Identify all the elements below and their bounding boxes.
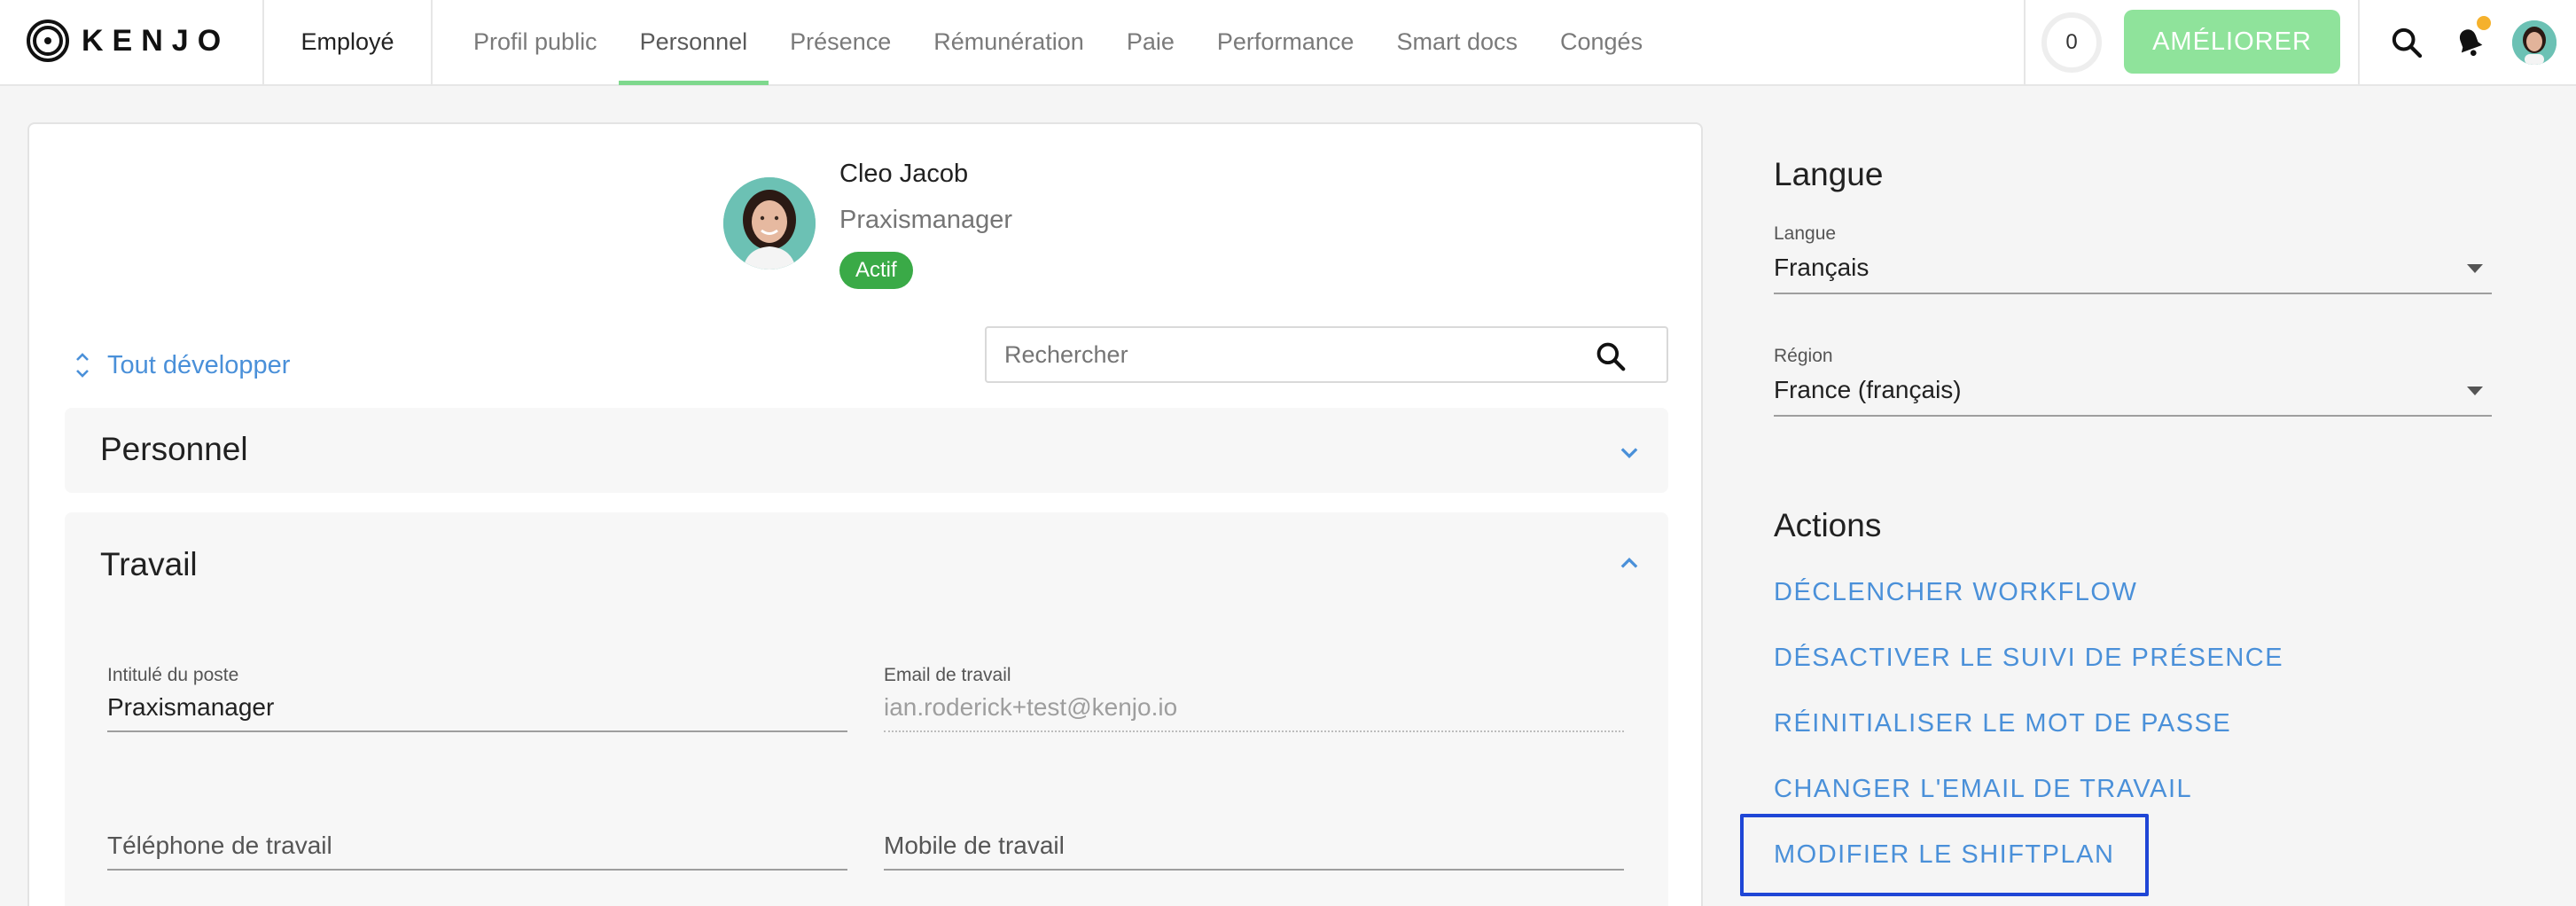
divider [2024,0,2026,86]
language-select-value[interactable]: Français [1774,254,2492,294]
expand-all-label: Tout développer [107,350,291,379]
kenjo-logo-icon [27,20,69,62]
section-personal-title: Personnel [100,431,248,467]
disable-attendance-tracking-link[interactable]: DÉSACTIVER LE SUIVI DE PRÉSENCE [1774,644,2283,673]
top-bar: KENJO Employé Profil public Personnel Pr… [0,0,2576,86]
employee-role: Praxismanager [839,206,1013,234]
work-mobile-field[interactable]: Mobile de travail [884,832,1624,871]
tab-public-profile[interactable]: Profil public [452,0,619,84]
logo-text: KENJO [82,23,230,58]
region-select-label: Région [1774,346,1833,366]
tab-payroll[interactable]: Paie [1105,0,1196,84]
chevron-down-icon[interactable] [1617,440,1642,465]
region-selected-text: France (français) [1774,376,1962,403]
work-phone-field[interactable]: Téléphone de travail [107,832,847,871]
region-select[interactable]: Région France (français) [1774,346,2492,417]
expand-collapse-icon [76,353,89,378]
job-title-input[interactable]: Praxismanager [107,693,847,732]
notification-dot [2477,16,2491,30]
region-select-value[interactable]: France (français) [1774,376,2492,417]
language-selected-text: Français [1774,254,1870,281]
change-work-email-link[interactable]: CHANGER L'EMAIL DE TRAVAIL [1774,775,2192,804]
job-title-label: Intitulé du poste [107,665,239,685]
job-title-field[interactable]: Intitulé du poste Praxismanager [107,665,847,732]
notifications-bell-icon[interactable] [2447,16,2493,66]
tab-employee[interactable]: Employé [266,0,429,84]
work-email-value: ian.roderick+test@kenjo.io [884,693,1624,732]
work-phone-input[interactable]: Téléphone de travail [107,832,847,871]
employee-name: Cleo Jacob [839,160,969,188]
actions-panel-title: Actions [1774,507,1882,543]
language-select[interactable]: Langue Français [1774,223,2492,294]
tab-compensation[interactable]: Rémunération [912,0,1105,84]
focus-highlight [1740,814,2149,896]
profile-photo[interactable] [723,177,816,269]
chevron-up-icon[interactable] [1617,551,1642,576]
profile-tabs: Profil public Personnel Présence Rémunér… [452,0,1664,85]
upgrade-button[interactable]: AMÉLIORER [2124,10,2340,74]
kenjo-logo[interactable]: KENJO [27,20,230,62]
section-personal[interactable]: Personnel [65,408,1668,493]
work-email-label: Email de travail [884,665,1011,685]
work-mobile-input[interactable]: Mobile de travail [884,832,1624,871]
search-input[interactable] [1004,337,1572,372]
work-email-field: Email de travail ian.roderick+test@kenjo… [884,665,1624,732]
language-select-label: Langue [1774,223,1837,244]
dropdown-arrow-icon[interactable] [2467,387,2483,395]
employee-profile-card: Cleo Jacob Praxismanager Actif Tout déve… [27,122,1703,906]
user-avatar[interactable] [2512,20,2556,65]
divider [2358,0,2360,86]
tab-performance[interactable]: Performance [1196,0,1376,84]
language-panel-title: Langue [1774,156,1884,192]
tab-smart-docs[interactable]: Smart docs [1375,0,1539,84]
dropdown-arrow-icon[interactable] [2467,264,2483,273]
divider [431,0,433,86]
trigger-workflow-link[interactable]: DÉCLENCHER WORKFLOW [1774,578,2137,607]
tab-attendance[interactable]: Présence [769,0,912,84]
progress-counter[interactable]: 0 [2041,12,2102,73]
tab-time-off[interactable]: Congés [1539,0,1664,84]
reset-password-link[interactable]: RÉINITIALISER LE MOT DE PASSE [1774,709,2231,738]
search-icon[interactable] [2384,20,2430,66]
section-work: Travail Intitulé du poste Praxismanager … [65,512,1668,906]
search-icon[interactable] [1594,340,1628,373]
search-field[interactable] [985,326,1668,383]
section-work-title: Travail [100,546,198,582]
tab-personal[interactable]: Personnel [618,0,769,85]
divider [262,0,264,86]
status-badge: Actif [839,252,913,289]
expand-all-button[interactable]: Tout développer [72,349,290,381]
